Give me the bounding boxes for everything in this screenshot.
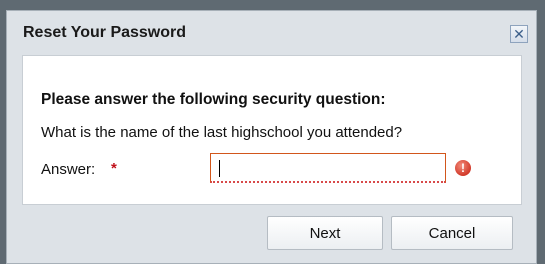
required-marker: * [111,160,117,177]
reset-password-dialog: Reset Your Password ✕ Please answer the … [6,10,537,264]
dialog-titlebar[interactable]: Reset Your Password ✕ [7,11,536,55]
cancel-button[interactable]: Cancel [391,216,513,250]
close-icon: ✕ [513,26,525,42]
text-caret [219,160,220,177]
security-question-text: What is the name of the last highschool … [41,124,403,141]
answer-label: Answer: [41,161,96,178]
next-button[interactable]: Next [267,216,383,250]
dialog-title: Reset Your Password [23,24,187,41]
close-button[interactable]: ✕ [510,25,528,43]
error-icon: ! [455,160,471,176]
answer-input[interactable] [210,153,446,183]
dialog-content: Please answer the following security que… [22,55,522,205]
security-question-heading: Please answer the following security que… [41,91,386,108]
